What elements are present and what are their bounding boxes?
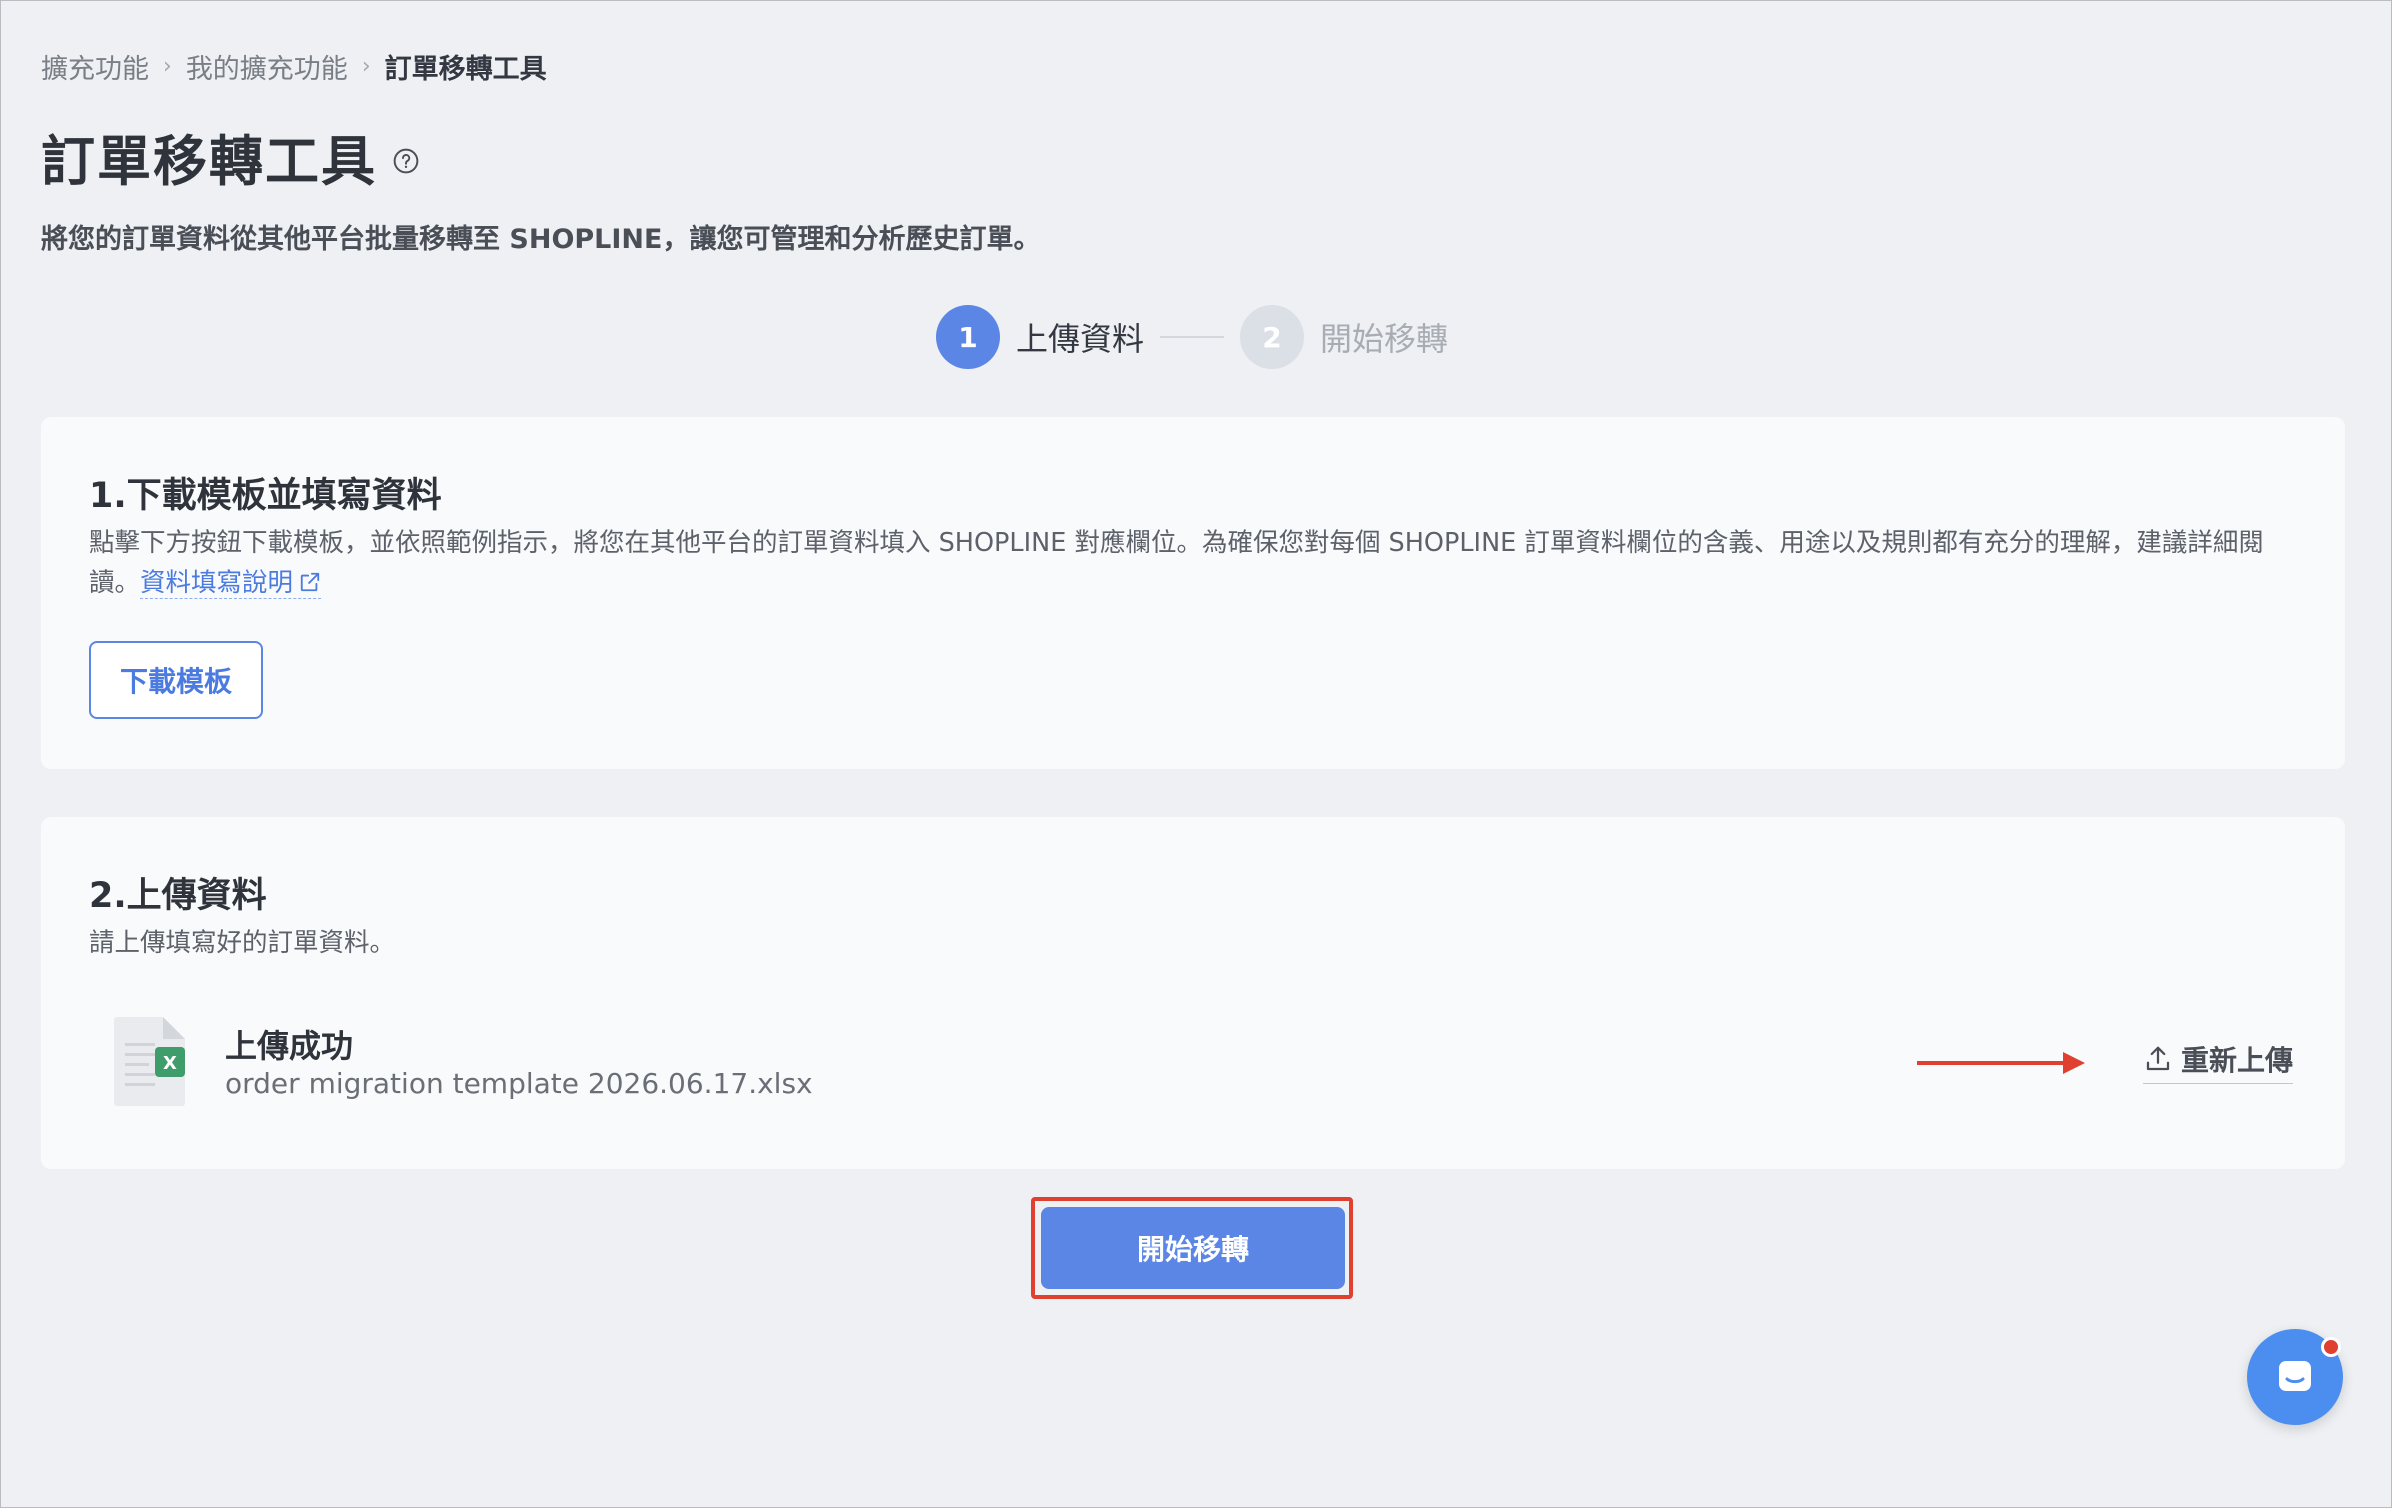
external-link-icon — [300, 572, 320, 592]
download-section-description: 點擊下方按鈕下載模板，並依照範例指示，將您在其他平台的訂單資料填入 SHOPLI… — [89, 523, 2309, 603]
step-2-label: 開始移轉 — [1320, 320, 1449, 358]
breadcrumb-separator: › — [361, 54, 371, 79]
download-description-text: 點擊下方按鈕下載模板，並依照範例指示，將您在其他平台的訂單資料填入 SHOPLI… — [89, 528, 2264, 598]
breadcrumb-item-extensions[interactable]: 擴充功能 — [41, 47, 149, 86]
breadcrumb-item-my-extensions[interactable]: 我的擴充功能 — [186, 47, 348, 86]
download-template-button[interactable]: 下載模板 — [89, 641, 263, 719]
upload-section-title: 2.上傳資料 — [89, 876, 267, 916]
stepper: 1 上傳資料 2 開始移轉 — [936, 305, 1448, 369]
notification-dot — [2321, 1337, 2341, 1357]
annotation-arrow-icon — [1917, 1052, 2085, 1074]
start-migration-button[interactable]: 開始移轉 — [1041, 1207, 1345, 1289]
upload-status: 上傳成功 — [225, 1027, 354, 1065]
reupload-label: 重新上傳 — [2181, 1044, 2294, 1077]
breadcrumb: 擴充功能 › 我的擴充功能 › 訂單移轉工具 — [41, 47, 547, 86]
step-1-circle: 1 — [936, 305, 1000, 369]
excel-file-icon: X — [114, 1017, 185, 1106]
upload-data-card: 2.上傳資料 請上傳填寫好的訂單資料。 X 上傳成功 order migrati… — [41, 817, 2345, 1169]
question-circle-icon[interactable] — [393, 148, 419, 174]
download-section-title: 1.下載模板並填寫資料 — [89, 476, 442, 516]
title-row: 訂單移轉工具 — [41, 117, 419, 196]
upload-icon — [2146, 1046, 2170, 1071]
doc-instructions-link[interactable]: 資料填寫說明 — [140, 568, 322, 599]
page-subtitle: 將您的訂單資料從其他平台批量移轉至 SHOPLINE，讓您可管理和分析歷史訂單。 — [41, 224, 1041, 255]
step-connector — [1160, 336, 1225, 338]
uploaded-file-name: order migration template 2026.06.17.xlsx — [225, 1067, 813, 1100]
page-title: 訂單移轉工具 — [41, 130, 377, 193]
download-template-card: 1.下載模板並填寫資料 點擊下方按鈕下載模板，並依照範例指示，將您在其他平台的訂… — [41, 417, 2345, 769]
excel-badge-letter: X — [163, 1053, 177, 1074]
app-frame: 擴充功能 › 我的擴充功能 › 訂單移轉工具 訂單移轉工具 將您的訂單資料從其他… — [0, 0, 2392, 1508]
chat-icon — [2279, 1361, 2311, 1391]
reupload-button[interactable]: 重新上傳 — [2143, 1039, 2294, 1084]
doc-link-label: 資料填寫說明 — [140, 568, 294, 598]
breadcrumb-item-current: 訂單移轉工具 — [384, 54, 547, 85]
breadcrumb-separator: › — [163, 54, 172, 79]
step-2-circle: 2 — [1240, 305, 1305, 369]
upload-section-description: 請上傳填寫好的訂單資料。 — [89, 928, 396, 958]
step-1-label: 上傳資料 — [1016, 320, 1145, 358]
